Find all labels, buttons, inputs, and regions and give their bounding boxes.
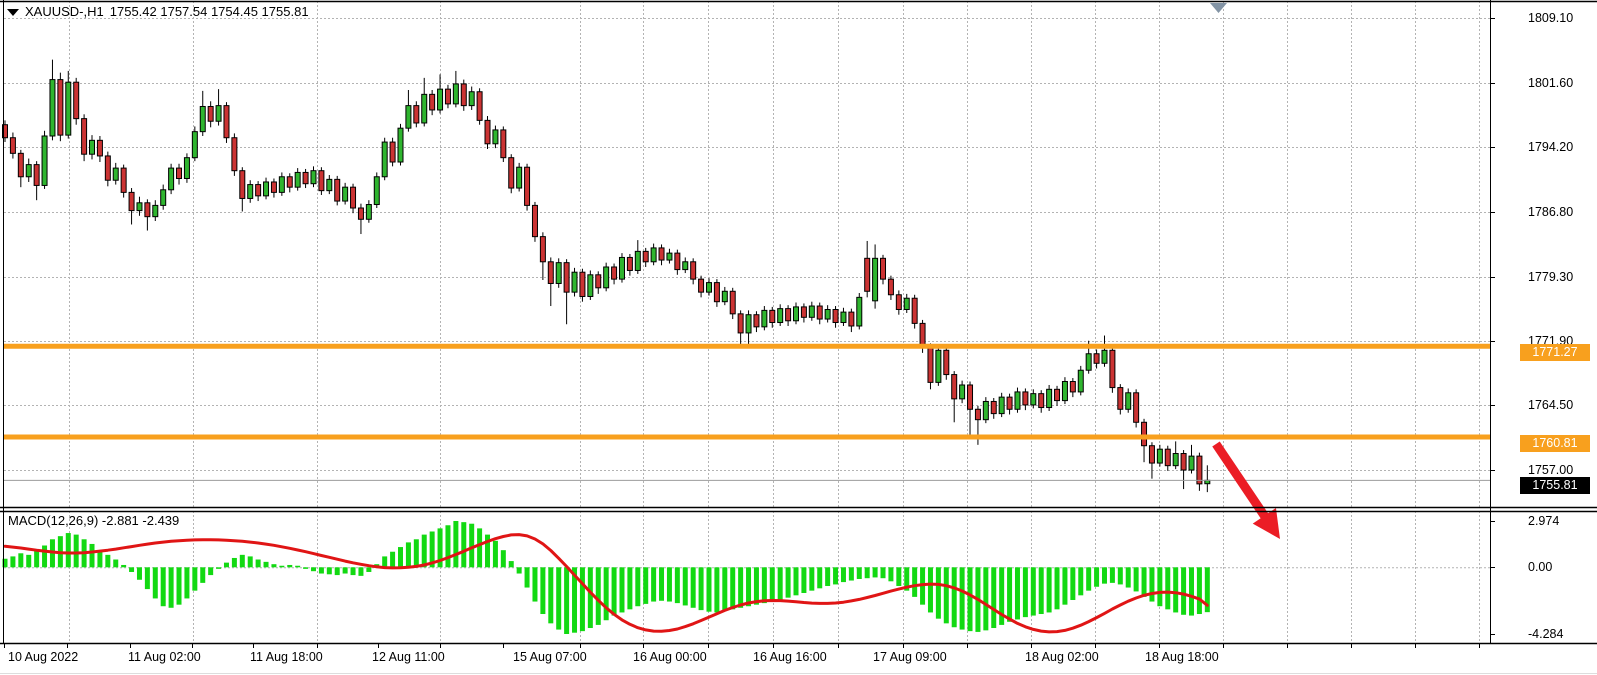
symbol-timeframe-label: XAUUSD-,H1 [25, 4, 104, 19]
price-axis-label: 1779.30 [1528, 270, 1573, 284]
symbol-dropdown-icon[interactable] [7, 9, 19, 16]
price-axis[interactable] [1491, 0, 1597, 643]
price-axis-label: 1786.80 [1528, 205, 1573, 219]
macd-axis-label: 0.00 [1528, 560, 1552, 574]
price-marker-tag: 1771.27 [1520, 344, 1590, 361]
macd-axis-label: 2.974 [1528, 514, 1559, 528]
current-bar-ohlc: 1755.42 1757.54 1754.45 1755.81 [110, 4, 309, 19]
price-axis-label: 1757.00 [1528, 463, 1573, 477]
time-axis[interactable] [0, 644, 1490, 675]
chart-shift-icon[interactable] [1210, 3, 1227, 13]
chart-window: XAUUSD-,H1 1755.42 1757.54 1754.45 1755.… [0, 0, 1597, 675]
price-axis-label: 1794.20 [1528, 140, 1573, 154]
candlestick-series [3, 60, 1210, 492]
trend-arrow[interactable] [1216, 444, 1280, 539]
chart-canvas[interactable] [0, 0, 1597, 675]
price-axis-label: 1764.50 [1528, 398, 1573, 412]
macd-histogram [3, 521, 1210, 634]
symbol-title: XAUUSD-,H1 1755.42 1757.54 1754.45 1755.… [7, 4, 309, 19]
price-axis-label: 1809.10 [1528, 11, 1573, 25]
price-axis-label: 1801.60 [1528, 76, 1573, 90]
macd-axis-label: -4.284 [1528, 627, 1563, 641]
macd-indicator-label: MACD(12,26,9) -2.881 -2.439 [8, 513, 179, 528]
price-marker-tag: 1755.81 [1520, 477, 1590, 494]
price-marker-tag: 1760.81 [1520, 435, 1590, 452]
